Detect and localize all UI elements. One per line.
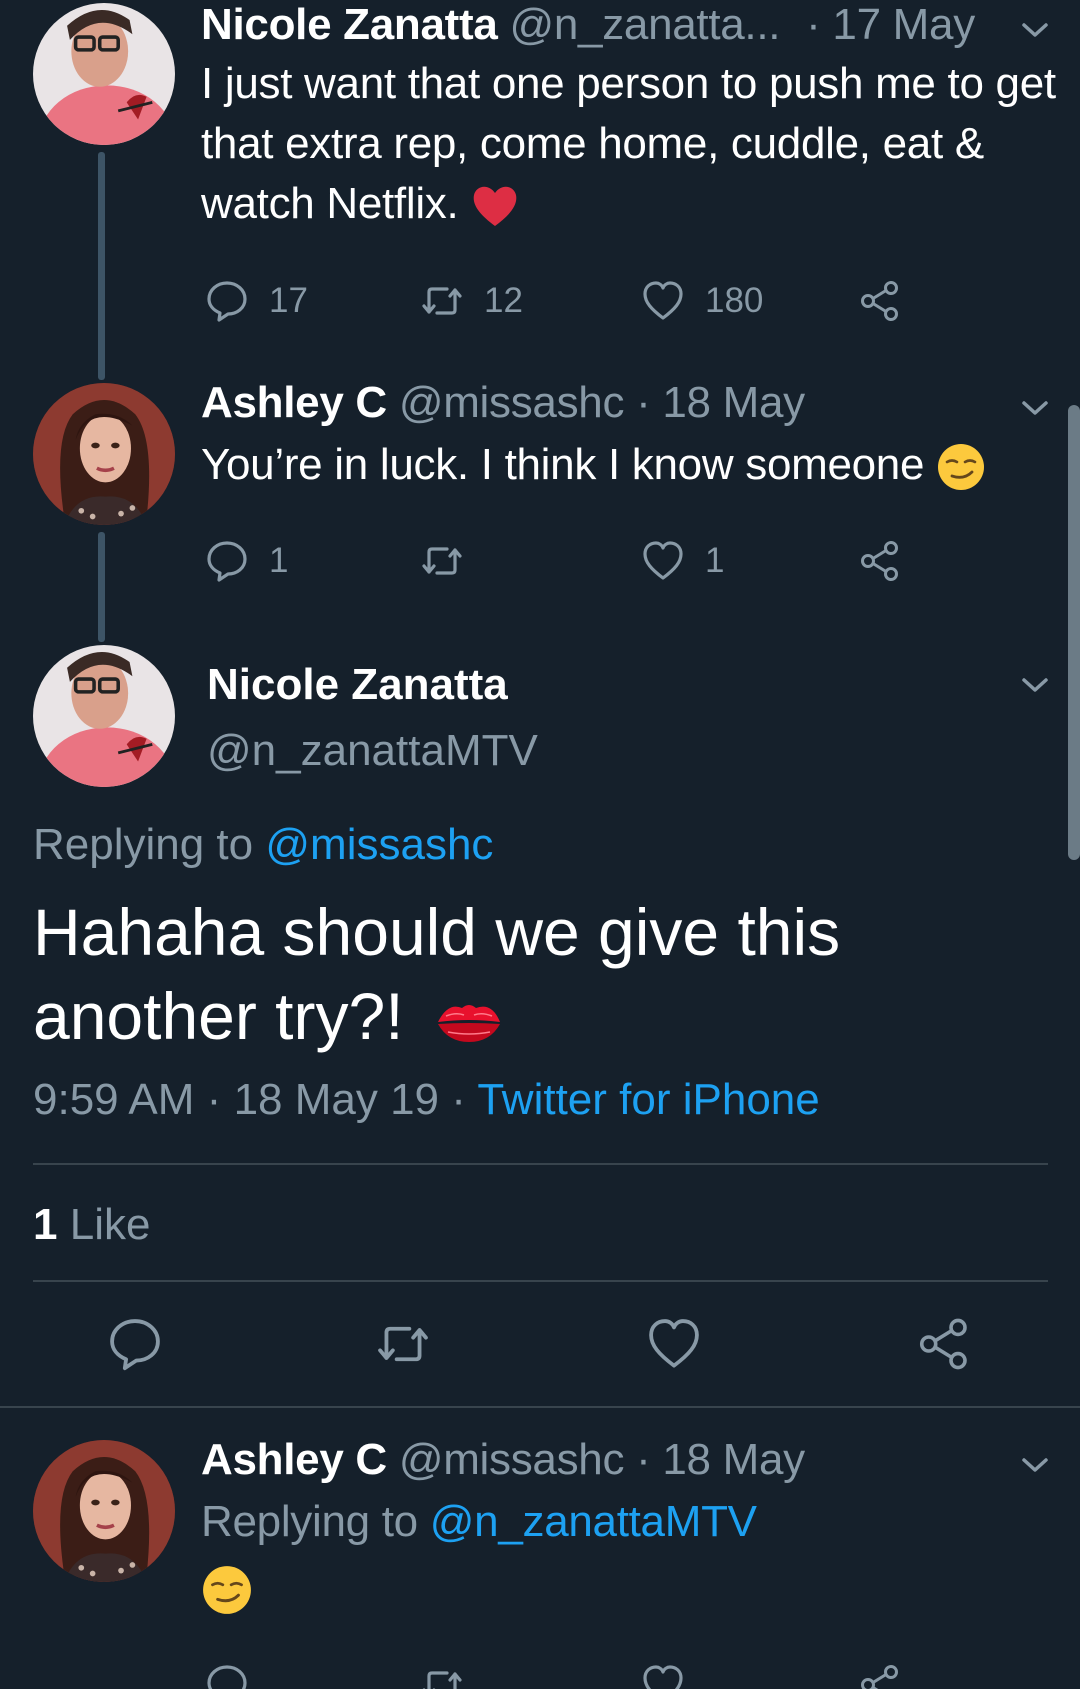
avatar-nicole[interactable]	[33, 3, 175, 145]
tweet3-date[interactable]: · 18 May	[636, 1435, 805, 1484]
scrollbar[interactable]	[1068, 405, 1080, 860]
tweet3-header: Ashley C @missashc · 18 May	[201, 1435, 805, 1485]
tweet3-replying-to: Replying to @n_zanattaMTV	[201, 1497, 757, 1547]
share-icon	[861, 1665, 898, 1689]
tweet1-text-content: I just want that one person to push me t…	[201, 59, 1056, 228]
tweet2-text-content: You’re in luck. I think I know someone	[201, 440, 925, 489]
tweet2-like-button[interactable]: 1	[641, 538, 724, 584]
tweet3-handle[interactable]: @missashc	[399, 1435, 625, 1484]
tweet1-handle[interactable]: @n_zanatta...	[509, 0, 780, 49]
tweet1-like-count: 180	[705, 281, 764, 320]
retweet-icon	[422, 547, 462, 575]
main-replying-link[interactable]: @missashc	[265, 820, 493, 869]
main-source-link[interactable]: Twitter for iPhone	[477, 1075, 819, 1124]
heart-icon	[643, 541, 683, 580]
main-replying-prefix: Replying to	[33, 820, 254, 869]
main-avatar-nicole-image	[33, 645, 175, 787]
retweet-icon	[422, 287, 462, 315]
heart-icon	[643, 281, 683, 320]
tweet2-share-button[interactable]	[858, 538, 902, 584]
main-time: 9:59 AM	[33, 1075, 195, 1124]
tweet3-share-button[interactable]	[858, 1662, 902, 1689]
tweet2-author-name[interactable]: Ashley C	[201, 378, 387, 427]
avatar-ashley-image	[33, 383, 175, 525]
main-replying-to: Replying to @missashc	[33, 820, 493, 870]
thread-connector-2	[98, 532, 105, 642]
tweet1-header: Nicole Zanatta @n_zanatta... · 17 May	[201, 0, 975, 50]
avatar-ashley-2-image	[33, 1440, 175, 1582]
tweet1-reply-button[interactable]: 17	[205, 278, 308, 324]
tweet2-text: You’re in luck. I think I know someone	[201, 435, 1061, 495]
heart-icon	[649, 1319, 699, 1368]
tweet3-like-button[interactable]	[641, 1662, 685, 1689]
main-likes-label: Like	[69, 1200, 151, 1249]
tweet1-retweet-count: 12	[484, 281, 523, 320]
tweet1-retweet-button[interactable]: 12	[420, 278, 523, 324]
heart-icon	[643, 1665, 683, 1689]
tweet1-date[interactable]: · 17 May	[806, 0, 975, 49]
reply-icon	[207, 541, 247, 582]
share-icon	[861, 281, 898, 321]
avatar-ashley[interactable]	[33, 383, 175, 525]
tweet1-share-button[interactable]	[858, 278, 902, 324]
retweet-icon	[422, 1671, 462, 1689]
kiss-mark-emoji-icon	[437, 1004, 500, 1042]
meta-separator-1: ·	[206, 1075, 222, 1124]
share-icon	[861, 541, 898, 581]
tweet3-chevron-down-icon[interactable]	[1020, 1455, 1050, 1475]
divider-main-end	[0, 1406, 1080, 1408]
tweet2-chevron-down-icon[interactable]	[1020, 398, 1050, 418]
avatar-ashley-2[interactable]	[33, 1440, 175, 1582]
main-meta: 9:59 AM · 18 May 19 · Twitter for iPhone	[33, 1075, 820, 1125]
main-author-handle[interactable]: @n_zanattaMTV	[207, 726, 538, 776]
avatar-nicole-image	[33, 3, 175, 145]
reply-icon	[207, 281, 247, 322]
divider-meta	[33, 1163, 1048, 1165]
tweet3-replying-link[interactable]: @n_zanattaMTV	[430, 1497, 757, 1546]
tweet1-text: I just want that one person to push me t…	[201, 54, 1061, 234]
reply-icon	[110, 1319, 160, 1371]
main-likes-count: 1	[33, 1200, 58, 1249]
main-retweet-button[interactable]	[375, 1316, 431, 1372]
main-like-button[interactable]	[646, 1316, 702, 1372]
tweet2-header: Ashley C @missashc · 18 May	[201, 378, 805, 428]
main-chevron-down-icon[interactable]	[1020, 675, 1050, 695]
main-likes-summary[interactable]: 1 Like	[33, 1200, 150, 1250]
thread-connector	[98, 152, 105, 380]
tweet1-reply-count: 17	[269, 281, 308, 320]
tweet2-handle[interactable]: @missashc	[399, 378, 625, 427]
tweet2-retweet-button[interactable]	[420, 538, 484, 584]
tweet2-reply-button[interactable]: 1	[205, 538, 288, 584]
main-author-name[interactable]: Nicole Zanatta	[207, 660, 508, 710]
tweet2-like-count: 1	[705, 541, 725, 580]
divider-likes	[33, 1280, 1048, 1282]
tweet1-author-name[interactable]: Nicole Zanatta	[201, 0, 498, 49]
main-date: 18 May 19	[233, 1075, 440, 1124]
main-share-button[interactable]	[916, 1316, 972, 1372]
tweet3-smirking-face-emoji-icon	[203, 1566, 251, 1614]
meta-separator-2: ·	[451, 1075, 466, 1124]
tweet3-reply-button[interactable]	[205, 1662, 249, 1689]
main-reply-button[interactable]	[107, 1316, 163, 1372]
share-icon	[919, 1318, 967, 1370]
tweet1-like-button[interactable]: 180	[641, 278, 763, 324]
smirking-face-emoji-icon	[938, 444, 985, 491]
twitter-thread: Nicole Zanatta @n_zanatta... · 17 May I …	[0, 0, 1080, 1689]
tweet3-author-name[interactable]: Ashley C	[201, 1435, 387, 1484]
tweet3-retweet-button[interactable]	[420, 1662, 464, 1689]
tweet2-date[interactable]: · 18 May	[636, 378, 805, 427]
tweet1-chevron-down-icon[interactable]	[1020, 20, 1050, 40]
main-tweet-text: Hahaha should we give this another try?!	[33, 890, 1033, 1058]
heart-emoji-icon	[474, 187, 517, 227]
main-avatar-nicole[interactable]	[33, 645, 175, 787]
tweet3-replying-prefix: Replying to	[201, 1497, 418, 1546]
retweet-icon	[378, 1326, 428, 1362]
tweet2-reply-count: 1	[269, 541, 289, 580]
reply-icon	[207, 1665, 247, 1689]
